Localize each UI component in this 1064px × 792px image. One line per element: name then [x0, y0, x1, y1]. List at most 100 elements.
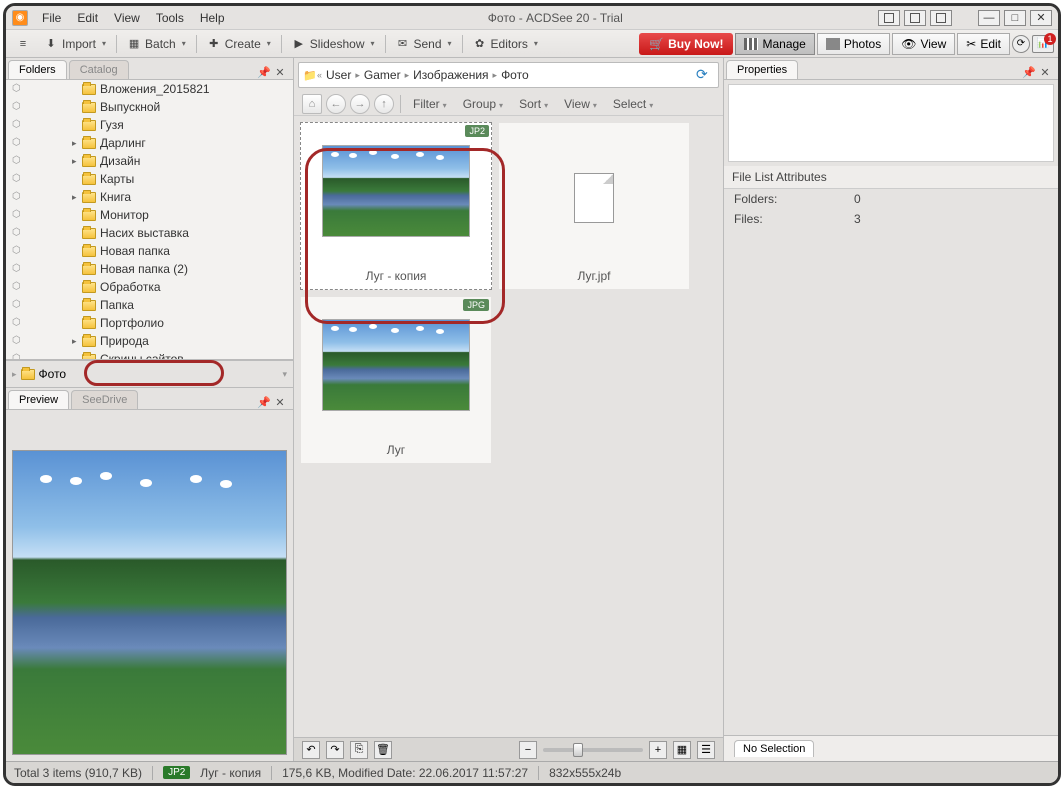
tree-folder-item[interactable]: ⬡ Карты: [6, 170, 293, 188]
details-view-icon[interactable]: ☰: [697, 741, 715, 759]
breadcrumb-item[interactable]: Изображения: [409, 68, 492, 82]
folder-icon[interactable]: 📁: [303, 68, 317, 82]
tree-folder-item[interactable]: ⬡ Папка: [6, 296, 293, 314]
expand-arrow-icon[interactable]: ▸: [72, 156, 82, 167]
tree-folder-item[interactable]: ⬡ ▸ Дарлинг: [6, 134, 293, 152]
close-panel-icon[interactable]: ✕: [1038, 65, 1052, 79]
tab-properties[interactable]: Properties: [726, 60, 798, 79]
tab-folders[interactable]: Folders: [8, 60, 67, 79]
view-button[interactable]: View: [558, 95, 603, 113]
back-icon[interactable]: ←: [326, 94, 346, 114]
tab-preview[interactable]: Preview: [8, 390, 69, 409]
delete-icon[interactable]: 🗑: [374, 741, 392, 759]
close-panel-icon[interactable]: ✕: [273, 65, 287, 79]
expand-arrow-icon[interactable]: ▸: [72, 138, 82, 149]
folder-label: Обработка: [100, 280, 161, 294]
photos-mode-button[interactable]: Photos: [817, 33, 890, 55]
thumbnail-item[interactable]: JPGЛуг: [300, 296, 492, 464]
pin-icon[interactable]: 📌: [257, 65, 271, 79]
preview-image[interactable]: [12, 450, 287, 755]
manage-mode-button[interactable]: Manage: [735, 33, 814, 55]
edit-mode-button[interactable]: ✂Edit: [957, 33, 1010, 55]
filter-button[interactable]: Filter: [407, 95, 453, 113]
easy-select-bar[interactable]: ▸ Фото ▾: [6, 360, 293, 388]
aux-window-button-2[interactable]: [904, 10, 926, 26]
attr-row-files: Files: 3: [724, 209, 1058, 229]
tree-folder-item[interactable]: ⬡ Выпускной: [6, 98, 293, 116]
shield-icon: ⬡: [12, 299, 24, 311]
aux-window-button-1[interactable]: [878, 10, 900, 26]
generic-file-icon: [574, 173, 614, 223]
tree-folder-item[interactable]: ⬡ ▸ Природа: [6, 332, 293, 350]
up-icon[interactable]: ↑: [374, 94, 394, 114]
group-button[interactable]: Group: [457, 95, 509, 113]
thumbnail-item[interactable]: Луг.jpf: [498, 122, 690, 290]
pin-icon[interactable]: 📌: [257, 395, 271, 409]
tree-folder-item[interactable]: ⬡ Новая папка (2): [6, 260, 293, 278]
thumbnails-view-icon[interactable]: ▦: [673, 741, 691, 759]
expand-arrow-icon[interactable]: ▸: [72, 336, 82, 347]
rotate-left-icon[interactable]: ↶: [302, 741, 320, 759]
menu-file[interactable]: File: [34, 9, 69, 27]
tree-folder-item[interactable]: ⬡ Насих выставка: [6, 224, 293, 242]
editors-button[interactable]: ✿Editors: [467, 35, 544, 53]
folder-label: Монитор: [100, 208, 149, 222]
tree-folder-item[interactable]: ⬡ Скрины сайтов: [6, 350, 293, 360]
stats-button[interactable]: 📊1: [1032, 35, 1054, 53]
tree-folder-item[interactable]: ⬡ ▸ Дизайн: [6, 152, 293, 170]
breadcrumb[interactable]: 📁 « User▸ Gamer▸ Изображения▸ Фото ⟳: [298, 62, 719, 88]
select-button[interactable]: Select: [607, 95, 659, 113]
breadcrumb-item[interactable]: Gamer: [360, 68, 405, 82]
breadcrumb-item[interactable]: User: [322, 68, 355, 82]
tab-seedrive[interactable]: SeeDrive: [71, 390, 138, 409]
create-button[interactable]: ✚Create: [201, 35, 277, 53]
copy-icon[interactable]: ⎘: [350, 741, 368, 759]
tree-folder-item[interactable]: ⬡ Новая папка: [6, 242, 293, 260]
close-panel-icon[interactable]: ✕: [273, 395, 287, 409]
batch-button[interactable]: ▦Batch: [121, 35, 192, 53]
app-icon: [12, 10, 28, 26]
buy-now-button[interactable]: 🛒Buy Now!: [639, 33, 733, 55]
properties-preview: [728, 84, 1054, 162]
tree-folder-item[interactable]: ⬡ Гузя: [6, 116, 293, 134]
refresh-icon[interactable]: ⟳: [696, 66, 714, 84]
aux-window-button-3[interactable]: [930, 10, 952, 26]
minimize-button[interactable]: —: [978, 10, 1000, 26]
folder-icon: [82, 264, 96, 275]
menu-help[interactable]: Help: [192, 9, 233, 27]
rotate-right-icon[interactable]: ↷: [326, 741, 344, 759]
tree-folder-item[interactable]: ⬡ Обработка: [6, 278, 293, 296]
zoom-in-icon[interactable]: +: [649, 741, 667, 759]
zoom-out-icon[interactable]: −: [519, 741, 537, 759]
menu-view[interactable]: View: [106, 9, 148, 27]
folder-tree[interactable]: ⬡ Вложения_2015821⬡ Выпускной⬡ Гузя⬡ ▸ Д…: [6, 80, 293, 360]
breadcrumb-item[interactable]: Фото: [497, 68, 533, 82]
home-icon[interactable]: ⌂: [302, 94, 322, 114]
expand-arrow-icon[interactable]: ▸: [72, 192, 82, 203]
dropdown-arrow-icon[interactable]: ▾: [282, 369, 287, 380]
thumbnail-item[interactable]: JP2Луг - копия: [300, 122, 492, 290]
view-mode-button[interactable]: 👁View: [892, 33, 955, 55]
tree-folder-item[interactable]: ⬡ Вложения_2015821: [6, 80, 293, 98]
menu-edit[interactable]: Edit: [69, 9, 106, 27]
toolbar-menu-icon[interactable]: ≡: [10, 35, 36, 53]
send-button[interactable]: ✉Send: [390, 35, 458, 53]
zoom-slider[interactable]: [543, 748, 643, 752]
sort-button[interactable]: Sort: [513, 95, 554, 113]
menu-tools[interactable]: Tools: [148, 9, 192, 27]
slideshow-button[interactable]: ▶Slideshow: [286, 35, 381, 53]
close-button[interactable]: ✕: [1030, 10, 1052, 26]
thumbnail-area[interactable]: JP2Луг - копияЛуг.jpfJPGЛуг: [294, 116, 723, 737]
import-button[interactable]: ⬇Import: [38, 35, 112, 53]
pin-icon[interactable]: 📌: [1022, 65, 1036, 79]
tab-catalog[interactable]: Catalog: [69, 60, 129, 79]
maximize-button[interactable]: □: [1004, 10, 1026, 26]
sync-button[interactable]: ⟳: [1012, 35, 1030, 53]
tree-folder-item[interactable]: ⬡ Портфолио: [6, 314, 293, 332]
folder-label: Насих выставка: [100, 226, 189, 240]
folder-label: Книга: [100, 190, 131, 204]
folder-icon: [82, 138, 96, 149]
tree-folder-item[interactable]: ⬡ ▸ Книга: [6, 188, 293, 206]
tree-folder-item[interactable]: ⬡ Монитор: [6, 206, 293, 224]
forward-icon[interactable]: →: [350, 94, 370, 114]
